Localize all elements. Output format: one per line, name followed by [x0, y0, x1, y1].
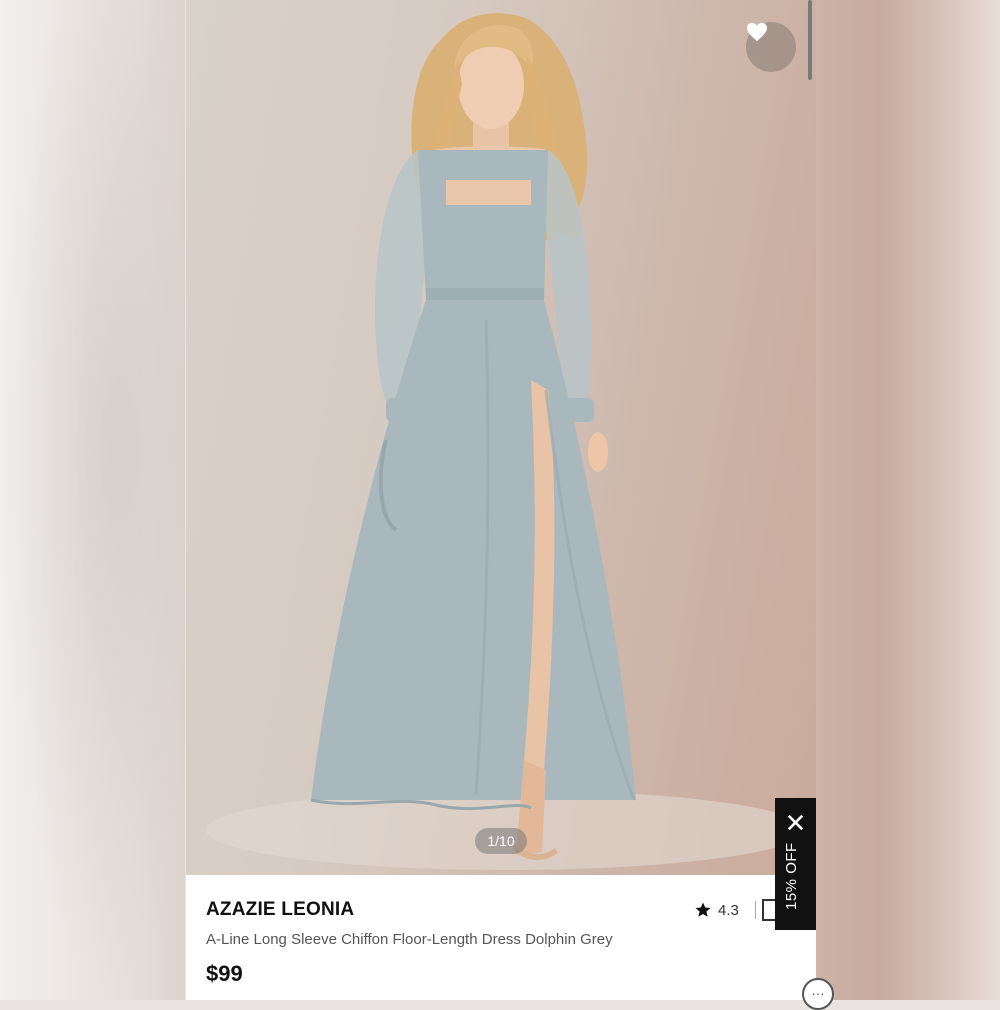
favorite-button[interactable]: [746, 22, 796, 72]
product-title: A-Line Long Sleeve Chiffon Floor-Length …: [206, 931, 613, 948]
star-icon: [695, 902, 711, 917]
product-info: AZAZIE LEONIA A-Line Long Sleeve Chiffon…: [186, 875, 816, 1000]
product-price: $99: [206, 961, 243, 986]
product-screen: 1/10 AZAZIE LEONIA A-Line Long Sleeve Ch…: [186, 0, 816, 1000]
divider: [754, 901, 756, 919]
promo-label[interactable]: 15% OFF: [783, 820, 800, 910]
product-brand[interactable]: AZAZIE LEONIA: [206, 899, 354, 921]
product-photo[interactable]: 1/10: [186, 0, 816, 875]
chat-icon[interactable]: …: [802, 978, 834, 1010]
scroll-indicator[interactable]: [808, 0, 812, 80]
heart-icon: [747, 22, 767, 42]
image-counter: 1/10: [475, 828, 527, 854]
discount-promo-tab[interactable]: ✕ 15% OFF: [775, 798, 816, 930]
model-illustration: [206, 13, 806, 870]
rating-value: 4.3: [718, 901, 739, 919]
rating-badge[interactable]: 4.3: [686, 895, 786, 925]
compare-icon[interactable]: [761, 899, 776, 921]
